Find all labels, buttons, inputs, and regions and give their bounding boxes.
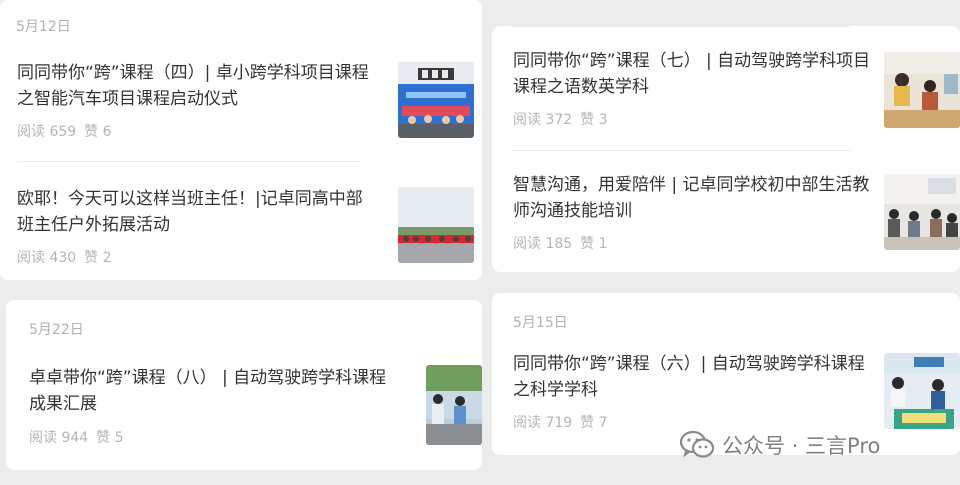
- article-title[interactable]: 卓卓带你“跨”课程（八） | 自动驾驶跨学科课程成果汇展: [29, 365, 399, 417]
- article-thumbnail[interactable]: [398, 62, 474, 138]
- read-count: 阅读 372: [513, 112, 573, 128]
- read-count: 阅读 659: [17, 124, 77, 140]
- article-stats: 阅读 430 赞 2: [17, 247, 112, 267]
- article-thumbnail[interactable]: [426, 365, 482, 445]
- wechat-watermark: 公众号 · 三言Pro: [680, 427, 880, 463]
- article-thumbnail[interactable]: [398, 187, 474, 263]
- article-item[interactable]: 卓卓带你“跨”课程（八） | 自动驾驶跨学科课程成果汇展 阅读 944 赞 5: [6, 352, 482, 462]
- date-header: 5月12日: [16, 19, 71, 35]
- item-divider: [17, 161, 360, 162]
- read-count: 阅读 430: [17, 250, 77, 266]
- article-thumbnail[interactable]: [884, 353, 960, 429]
- article-title[interactable]: 同同带你“跨”课程（四）| 卓小跨学科项目课程之智能汽车项目课程启动仪式: [17, 60, 375, 112]
- article-title[interactable]: 同同带你“跨”课程（七） | 自动驾驶跨学科项目课程之语数英学科: [513, 48, 873, 100]
- date-header: 5月15日: [513, 315, 568, 331]
- article-stats: 阅读 944 赞 5: [29, 427, 124, 447]
- article-item[interactable]: 智慧沟通，用爱陪伴 | 记卓同学校初中部生活教师沟通技能培训 阅读 185 赞 1: [492, 160, 960, 260]
- like-count: 赞 5: [96, 430, 124, 446]
- item-divider: [512, 150, 850, 151]
- feed-card-may-12: 5月12日 同同带你“跨”课程（四）| 卓小跨学科项目课程之智能汽车项目课程启动…: [0, 0, 482, 280]
- article-item[interactable]: 同同带你“跨”课程（七） | 自动驾驶跨学科项目课程之语数英学科 阅读 372 赞…: [492, 38, 960, 138]
- article-stats: 阅读 719 赞 7: [513, 412, 608, 432]
- feed-card-may-22: 5月22日 卓卓带你“跨”课程（八） | 自动驾驶跨学科课程成果汇展 阅读 94…: [6, 300, 482, 470]
- feed-card-right-top: 同同带你“跨”课程（七） | 自动驾驶跨学科项目课程之语数英学科 阅读 372 赞…: [492, 26, 960, 272]
- article-title[interactable]: 欧耶！今天可以这样当班主任！|记卓同高中部班主任户外拓展活动: [17, 186, 375, 238]
- wechat-icon: [680, 431, 714, 459]
- like-count: 赞 6: [84, 124, 112, 140]
- article-stats: 阅读 659 赞 6: [17, 121, 112, 141]
- article-stats: 阅读 372 赞 3: [513, 109, 608, 129]
- like-count: 赞 2: [84, 250, 112, 266]
- watermark-text: 公众号 · 三言Pro: [722, 434, 881, 458]
- like-count: 赞 3: [580, 112, 608, 128]
- like-count: 赞 7: [580, 415, 608, 431]
- article-stats: 阅读 185 赞 1: [513, 233, 608, 253]
- article-title[interactable]: 同同带你“跨”课程（六）| 自动驾驶跨学科课程之科学学科: [513, 351, 873, 403]
- article-item[interactable]: 同同带你“跨”课程（四）| 卓小跨学科项目课程之智能汽车项目课程启动仪式 阅读 …: [0, 50, 482, 150]
- date-header: 5月22日: [29, 322, 84, 338]
- article-title[interactable]: 智慧沟通，用爱陪伴 | 记卓同学校初中部生活教师沟通技能培训: [513, 172, 873, 224]
- article-item[interactable]: 欧耶！今天可以这样当班主任！|记卓同高中部班主任户外拓展活动 阅读 430 赞 2: [0, 174, 482, 274]
- read-count: 阅读 185: [513, 236, 573, 252]
- item-divider: [512, 26, 850, 27]
- read-count: 阅读 944: [29, 430, 89, 446]
- read-count: 阅读 719: [513, 415, 573, 431]
- article-thumbnail[interactable]: [884, 52, 960, 128]
- article-thumbnail[interactable]: [884, 174, 960, 250]
- like-count: 赞 1: [580, 236, 608, 252]
